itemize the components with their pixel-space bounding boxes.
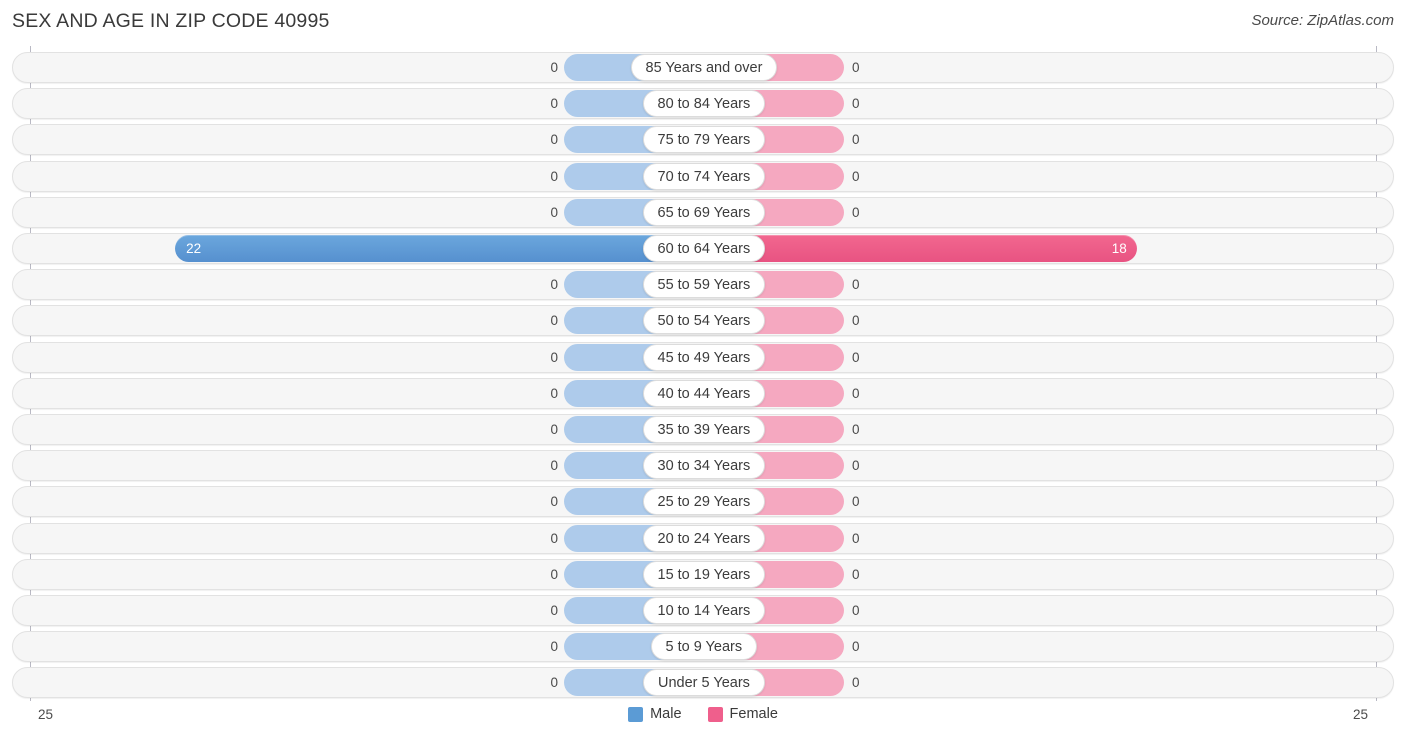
table-row[interactable]: 0 0 45 to 49 Years: [12, 341, 1394, 373]
legend-item[interactable]: Male: [628, 706, 682, 722]
male-value-label: 0: [550, 204, 558, 220]
female-value-label: 18: [1111, 241, 1127, 256]
male-value-label: 0: [550, 458, 558, 474]
table-row[interactable]: 0 0 5 to 9 Years: [12, 631, 1394, 663]
age-group-label: Under 5 Years: [643, 669, 765, 697]
female-value-label: 0: [852, 566, 860, 582]
chart-legend: Male Female: [0, 706, 1406, 722]
age-group-label: 45 to 49 Years: [642, 343, 766, 371]
legend-item[interactable]: Female: [707, 706, 778, 722]
female-value-label: 0: [852, 60, 860, 75]
age-group-label: 30 to 34 Years: [642, 452, 766, 480]
male-value-label: 0: [550, 96, 558, 112]
male-value-label: 0: [550, 422, 558, 437]
male-value-label: 0: [550, 313, 558, 329]
male-value-label: 0: [550, 675, 558, 691]
male-bar[interactable]: [175, 235, 704, 262]
table-row[interactable]: 0 0 50 to 54 Years: [12, 305, 1394, 337]
table-row[interactable]: 0 0 35 to 39 Years: [12, 414, 1394, 445]
table-row[interactable]: 0 0 30 to 34 Years: [12, 450, 1394, 482]
female-value-label: 0: [852, 675, 860, 691]
age-group-label: 80 to 84 Years: [642, 90, 766, 118]
table-row[interactable]: 0 0 85 Years and over: [12, 52, 1394, 83]
table-row[interactable]: 0 0 20 to 24 Years: [12, 522, 1394, 554]
female-value-label: 0: [852, 277, 860, 293]
legend-label: Male: [650, 706, 682, 722]
age-group-label: 70 to 74 Years: [642, 162, 766, 190]
male-value-label: 0: [550, 530, 558, 546]
age-group-label: 35 to 39 Years: [642, 416, 766, 443]
age-group-label: 50 to 54 Years: [642, 307, 766, 335]
female-value-label: 0: [852, 385, 860, 401]
female-value-label: 0: [852, 458, 860, 474]
age-group-label: 75 to 79 Years: [642, 126, 766, 154]
table-row[interactable]: 22 18 60 to 64 Years: [12, 233, 1394, 264]
female-value-label: 0: [852, 132, 860, 148]
female-value-label: 0: [852, 639, 860, 655]
table-row[interactable]: 0 0 25 to 29 Years: [12, 486, 1394, 518]
male-value-label: 0: [550, 132, 558, 148]
male-value-label: 0: [550, 603, 558, 618]
age-group-label: 55 to 59 Years: [642, 271, 766, 299]
male-value-label: 0: [550, 277, 558, 293]
table-row[interactable]: 0 0 Under 5 Years: [12, 667, 1394, 699]
legend-swatch-icon: [707, 706, 723, 722]
male-value-label: 0: [550, 349, 558, 365]
age-group-label: 10 to 14 Years: [642, 597, 766, 624]
age-group-label: 25 to 29 Years: [642, 488, 766, 516]
age-group-label: 85 Years and over: [630, 54, 778, 81]
legend-label: Female: [729, 706, 778, 722]
table-row[interactable]: 0 0 80 to 84 Years: [12, 88, 1394, 120]
female-value-label: 0: [852, 313, 860, 329]
female-value-label: 0: [852, 204, 860, 220]
table-row[interactable]: 0 0 55 to 59 Years: [12, 269, 1394, 301]
chart-header: SEX AND AGE IN ZIP CODE 40995 Source: Zi…: [0, 0, 1406, 46]
pyramid-plot-area: 0 0 85 Years and over 0 0 80 to 84 Years 0 0 75 …: [0, 46, 1406, 701]
age-group-label: 40 to 44 Years: [642, 379, 766, 407]
male-value-label: 0: [550, 566, 558, 582]
male-value-label: 0: [550, 494, 558, 510]
female-value-label: 0: [852, 422, 860, 437]
age-group-label: 65 to 69 Years: [642, 198, 766, 226]
legend-swatch-icon: [628, 706, 644, 722]
age-group-label: 20 to 24 Years: [642, 524, 766, 552]
table-row[interactable]: 0 0 75 to 79 Years: [12, 124, 1394, 156]
table-row[interactable]: 0 0 10 to 14 Years: [12, 595, 1394, 626]
female-value-label: 0: [852, 349, 860, 365]
age-group-label: 15 to 19 Years: [642, 560, 766, 588]
female-value-label: 0: [852, 168, 860, 184]
chart-footer: 25 25 Male Female: [0, 701, 1406, 740]
female-value-label: 0: [852, 603, 860, 618]
source-attribution: Source: ZipAtlas.com: [1251, 12, 1394, 29]
male-value-label: 22: [186, 241, 202, 256]
page-title: SEX AND AGE IN ZIP CODE 40995: [12, 10, 330, 32]
female-value-label: 0: [852, 494, 860, 510]
female-value-label: 0: [852, 530, 860, 546]
table-row[interactable]: 0 0 65 to 69 Years: [12, 196, 1394, 228]
male-value-label: 0: [550, 168, 558, 184]
age-group-label: 5 to 9 Years: [650, 633, 758, 661]
age-group-label: 60 to 64 Years: [642, 235, 766, 262]
table-row[interactable]: 0 0 40 to 44 Years: [12, 377, 1394, 409]
male-value-label: 0: [550, 60, 558, 75]
male-value-label: 0: [550, 385, 558, 401]
female-bar[interactable]: [704, 235, 1137, 262]
table-row[interactable]: 0 0 70 to 74 Years: [12, 160, 1394, 192]
male-value-label: 0: [550, 639, 558, 655]
female-value-label: 0: [852, 96, 860, 112]
table-row[interactable]: 0 0 15 to 19 Years: [12, 558, 1394, 590]
